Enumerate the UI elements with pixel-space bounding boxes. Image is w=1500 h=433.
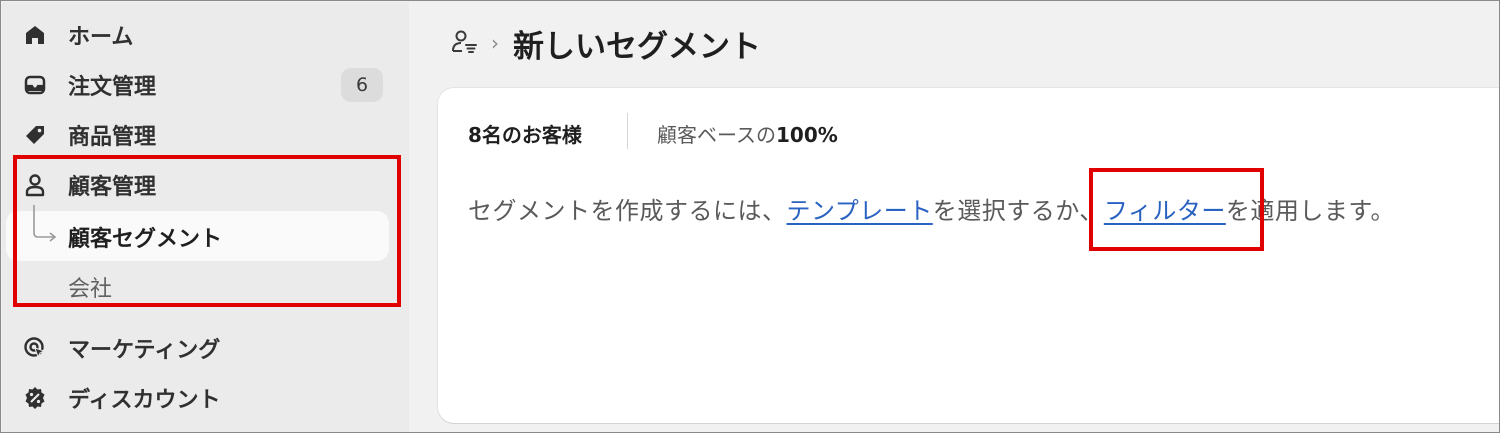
target-icon bbox=[22, 335, 48, 361]
customer-count-value: 8名のお客様 bbox=[468, 123, 582, 147]
customer-base-percent: 顧客ベースの100% bbox=[657, 119, 838, 148]
sidebar-item-products[interactable]: 商品管理 bbox=[2, 112, 397, 158]
stat-divider bbox=[627, 113, 628, 149]
sidebar-item-orders[interactable]: 注文管理 6 bbox=[2, 62, 397, 108]
sidebar-item-home[interactable]: ホーム bbox=[2, 12, 397, 58]
breadcrumb-separator-icon: › bbox=[491, 31, 499, 55]
sidebar-item-discounts[interactable]: ディスカウント bbox=[2, 375, 397, 421]
sidebar-item-marketing[interactable]: マーケティング bbox=[2, 325, 397, 371]
customer-base-prefix: 顧客ベースの bbox=[657, 123, 776, 147]
highlight-box-filter bbox=[1089, 168, 1264, 251]
discount-icon bbox=[22, 385, 48, 411]
customer-segment-icon[interactable] bbox=[449, 27, 479, 57]
segment-card bbox=[438, 88, 1499, 423]
sidebar-item-label: ディスカウント bbox=[68, 388, 221, 413]
instruction-mid: を選択するか、 bbox=[932, 197, 1104, 225]
sidebar-item-label: マーケティング bbox=[68, 338, 221, 363]
home-icon bbox=[22, 22, 48, 48]
orders-count-badge: 6 bbox=[341, 68, 383, 102]
template-link[interactable]: テンプレート bbox=[787, 197, 933, 225]
page-title: 新しいセグメント bbox=[513, 29, 761, 65]
sidebar-item-label: ホーム bbox=[68, 25, 134, 50]
sidebar-item-label: 注文管理 bbox=[68, 75, 157, 100]
app-frame: ホーム 注文管理 6 商品管理 顧客管理 顧客セグメント 会社 マーケティング … bbox=[0, 0, 1500, 433]
inbox-icon bbox=[22, 72, 48, 98]
customer-base-value: 100% bbox=[776, 123, 838, 147]
instruction-pre: セグメントを作成するには、 bbox=[468, 197, 787, 225]
sidebar-item-label: 商品管理 bbox=[68, 125, 157, 150]
highlight-box-customers bbox=[13, 155, 401, 307]
customer-count: 8名のお客様 bbox=[468, 119, 582, 148]
tag-icon bbox=[22, 122, 48, 148]
